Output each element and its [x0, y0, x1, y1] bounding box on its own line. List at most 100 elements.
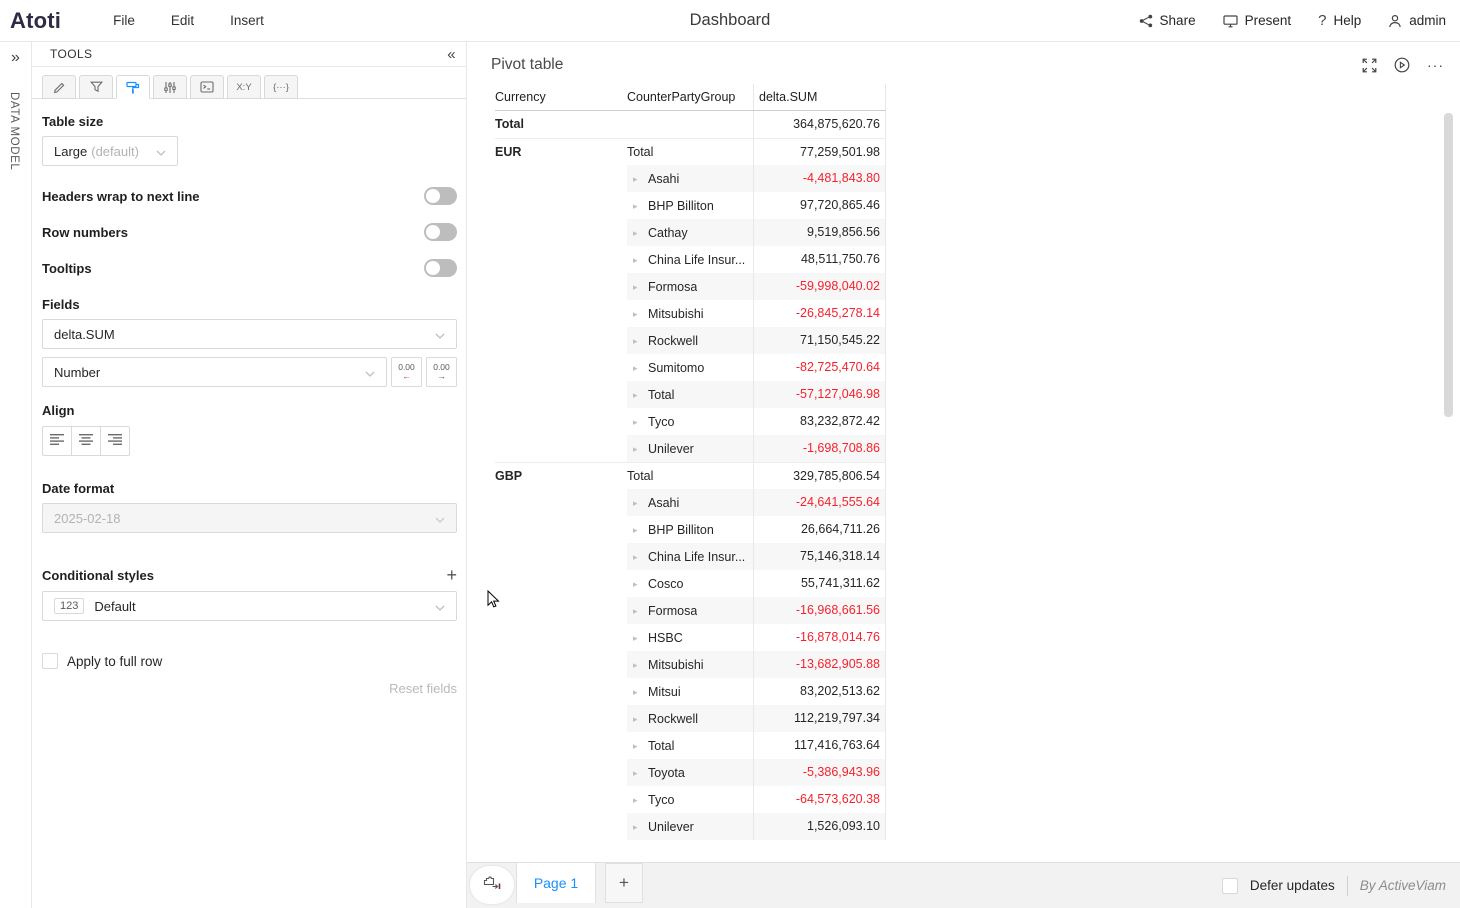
decrease-decimals-button[interactable]: 0.00 ←: [391, 357, 422, 387]
topbar-actions: Share Present ? Help admin: [1139, 12, 1446, 29]
collapse-panel-icon[interactable]: «: [447, 46, 456, 63]
expand-chevron-icon[interactable]: ▸: [633, 274, 648, 300]
tab-style[interactable]: [116, 75, 150, 99]
tools-body: Table size Large (default) Headers wrap …: [32, 99, 466, 908]
arrow-left-icon: ←: [402, 372, 411, 381]
expand-chevron-icon[interactable]: ▸: [633, 760, 648, 786]
pivot-table: Currency CounterPartyGroup delta.SUM Tot…: [495, 84, 886, 840]
tooltips-label: Tooltips: [42, 261, 424, 276]
page-tab[interactable]: Page 1: [516, 863, 596, 903]
tooltips-toggle[interactable]: [424, 259, 457, 277]
expand-chevron-icon[interactable]: ▸: [633, 328, 648, 354]
atoti-logo: Atoti: [10, 8, 61, 34]
user-menu[interactable]: admin: [1388, 13, 1446, 28]
counterparty-label: Total: [648, 382, 674, 408]
value-cell: 83,232,872.42: [753, 408, 886, 435]
tab-xy[interactable]: X:Y: [227, 75, 261, 99]
value-cell: 9,519,856.56: [753, 219, 886, 246]
expand-chevron-icon[interactable]: ▸: [633, 193, 648, 219]
column-header-counterpartygroup[interactable]: CounterPartyGroup: [627, 84, 753, 110]
field-select[interactable]: delta.SUM: [42, 319, 457, 349]
menu-insert[interactable]: Insert: [230, 13, 264, 28]
value-cell: 97,720,865.46: [753, 192, 886, 219]
align-center-button[interactable]: [71, 426, 101, 456]
tab-edit[interactable]: [42, 75, 76, 99]
help-button[interactable]: ? Help: [1318, 12, 1361, 29]
add-page-button[interactable]: +: [605, 863, 643, 903]
tab-filter[interactable]: [79, 75, 113, 99]
value-cell: -16,968,661.56: [753, 597, 886, 624]
vertical-scrollbar[interactable]: [1444, 113, 1453, 417]
tab-advanced[interactable]: {···}: [264, 75, 298, 99]
add-conditional-style-icon[interactable]: +: [446, 566, 457, 584]
expand-chevron-icon[interactable]: ▸: [633, 355, 648, 381]
top-bar: Atoti File Edit Insert Dashboard Share P…: [0, 0, 1460, 42]
expand-chevron-icon[interactable]: ▸: [633, 571, 648, 597]
expand-chevron-icon[interactable]: ▸: [633, 409, 648, 435]
counterparty-label: China Life Insur...: [648, 544, 745, 570]
align-left-button[interactable]: [42, 426, 72, 456]
pivot-row: ▸Asahi-4,481,843.80: [495, 165, 886, 192]
paint-roller-icon: [126, 81, 140, 94]
fields-label: Fields: [42, 297, 457, 312]
currency-cell: GBP: [495, 463, 627, 489]
value-cell: 364,875,620.76: [753, 111, 886, 138]
expand-chevron-icon[interactable]: ▸: [633, 436, 648, 462]
counterparty-label: Total: [627, 139, 653, 165]
tab-settings[interactable]: [153, 75, 187, 99]
tab-query[interactable]: [190, 75, 224, 99]
expand-chevron-icon[interactable]: ▸: [633, 544, 648, 570]
expand-chevron-icon[interactable]: ▸: [633, 382, 648, 408]
increase-decimals-button[interactable]: 0.00 →: [426, 357, 457, 387]
expand-chevron-icon[interactable]: ▸: [633, 625, 648, 651]
expand-chevron-icon[interactable]: ▸: [633, 490, 648, 516]
expand-chevron-icon[interactable]: ▸: [633, 301, 648, 327]
pivot-row: ▸Rockwell71,150,545.22: [495, 327, 886, 354]
conditional-style-select[interactable]: 123 Default: [42, 591, 457, 621]
headers-wrap-toggle[interactable]: [424, 187, 457, 205]
more-options-icon[interactable]: ···: [1427, 58, 1444, 72]
dock-widget-button[interactable]: [470, 866, 514, 904]
expand-chevron-icon[interactable]: ▸: [633, 598, 648, 624]
expand-chevron-icon[interactable]: ▸: [633, 733, 648, 759]
expand-chevron-icon[interactable]: ▸: [633, 220, 648, 246]
reset-fields-link[interactable]: Reset fields: [42, 681, 457, 696]
defer-updates-checkbox[interactable]: [1222, 878, 1238, 894]
currency-cell: [495, 381, 627, 408]
apply-full-row-label: Apply to full row: [67, 654, 162, 669]
headers-wrap-label: Headers wrap to next line: [42, 189, 424, 204]
align-right-button[interactable]: [100, 426, 130, 456]
conditional-styles-label: Conditional styles: [42, 568, 154, 583]
play-circle-icon[interactable]: [1394, 57, 1410, 73]
column-header-deltasum[interactable]: delta.SUM: [753, 84, 886, 110]
workspace: » DATA MODEL TOOLS « X:Y {···} Tabl: [0, 42, 1460, 908]
apply-full-row-checkbox[interactable]: [42, 653, 58, 669]
expand-chevron-icon[interactable]: ▸: [633, 517, 648, 543]
table-size-select[interactable]: Large (default): [42, 136, 178, 166]
counterparty-cell: ▸Rockwell: [627, 705, 753, 732]
value-cell: 117,416,763.64: [753, 732, 886, 759]
pivot-row: ▸Cosco55,741,311.62: [495, 570, 886, 597]
currency-cell: [495, 327, 627, 354]
row-numbers-toggle[interactable]: [424, 223, 457, 241]
data-model-label[interactable]: DATA MODEL: [8, 92, 20, 170]
expand-chevron-icon[interactable]: ▸: [633, 679, 648, 705]
number-format-select[interactable]: Number: [42, 357, 387, 387]
share-button[interactable]: Share: [1139, 13, 1196, 28]
share-icon: [1139, 14, 1153, 28]
table-size-suffix: (default): [91, 144, 139, 159]
expand-chevron-icon[interactable]: ▸: [633, 166, 648, 192]
fullscreen-icon[interactable]: [1362, 58, 1377, 73]
menu-file[interactable]: File: [113, 13, 135, 28]
terminal-icon: [200, 81, 214, 93]
present-button[interactable]: Present: [1223, 13, 1292, 28]
menu-edit[interactable]: Edit: [171, 13, 194, 28]
expand-chevron-icon[interactable]: ▸: [633, 814, 648, 840]
expand-chevron-icon[interactable]: ▸: [633, 787, 648, 813]
column-header-currency[interactable]: Currency: [495, 84, 627, 110]
expand-chevron-icon[interactable]: ▸: [633, 247, 648, 273]
expand-chevron-icon[interactable]: ▸: [633, 652, 648, 678]
expand-chevron-icon[interactable]: ▸: [633, 706, 648, 732]
widget-dock-icon: [483, 876, 501, 894]
expand-panel-icon[interactable]: »: [0, 46, 31, 70]
